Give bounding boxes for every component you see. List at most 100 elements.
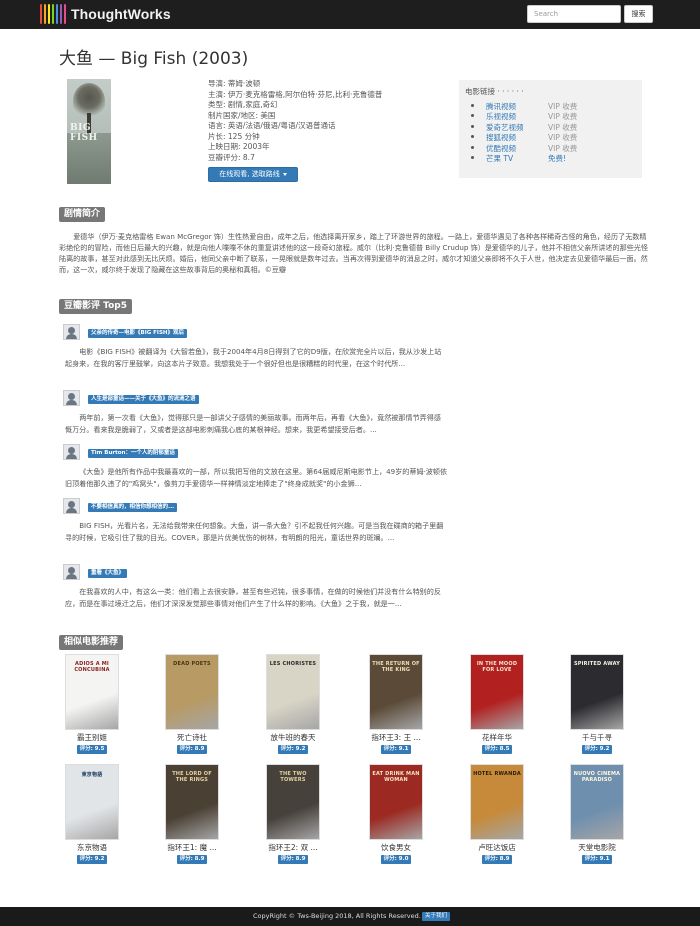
movie-cover[interactable]: EAT DRINK MAN WOMAN — [369, 764, 423, 840]
link-price: VIP 收费 — [548, 122, 578, 132]
movie-score-badge: 评分: 9.2 — [277, 745, 309, 754]
movie-score-badge: 评分: 9.2 — [581, 745, 613, 754]
link-price: VIP 收费 — [548, 143, 578, 153]
about-us-link[interactable]: 关于我们 — [422, 912, 451, 921]
logo-stripe — [40, 4, 42, 24]
similar-movie-card[interactable]: THE LORD OF THE RINGS 指环王1: 魔 ... 评分: 8.9 — [152, 764, 232, 864]
movie-score-badge: 评分: 9.1 — [581, 855, 613, 864]
movie-cover[interactable]: SPIRITED AWAY — [570, 654, 624, 730]
logo-stripe — [60, 4, 62, 24]
movie-score-badge: 评分: 8.9 — [176, 745, 208, 754]
similar-movie-card[interactable]: SPIRITED AWAY 千与千寻评分: 9.2 — [557, 654, 637, 754]
logo-stripe — [44, 4, 46, 24]
info-language: 语言: 英语/法语/俄语/粤语/汉语普通话 — [208, 121, 336, 130]
similar-movie-card[interactable]: IN THE MOOD FOR LOVE 花样年华评分: 8.5 — [457, 654, 537, 754]
page-title: 大鱼 — Big Fish (2003) — [59, 49, 249, 69]
cover-text: THE RETURN OF THE KING — [372, 661, 420, 673]
info-cast: 主演: 伊万·麦克格雷格,阿尔伯特·芬尼,比利·克鲁德普 — [208, 89, 383, 99]
link-price[interactable]: 免费! — [548, 153, 566, 164]
review-title[interactable]: 人生是部童话——关于《大鱼》的流淌之语 — [88, 395, 199, 404]
link-price: VIP 收费 — [548, 102, 578, 111]
movie-score-badge: 评分: 9.0 — [380, 855, 412, 864]
brand-logo-icon — [40, 4, 66, 24]
synopsis-text: 爱德华（伊万·麦克格雷格 Ewan McGregor 饰）生性热爱自由，成年之后… — [59, 232, 648, 274]
search-input[interactable]: Search — [527, 5, 621, 23]
similar-movie-card[interactable]: THE TWO TOWERS 指环王2: 双 ... 评分: 8.9 — [253, 764, 333, 864]
movie-name[interactable]: 死亡诗社 — [152, 732, 232, 743]
similar-movie-card[interactable]: NUOVO CINEMA PARADISO 天堂电影院评分: 9.1 — [557, 764, 637, 864]
similar-movie-card[interactable]: HOTEL RWANDA 卢旺达饭店评分: 8.9 — [457, 764, 537, 864]
movie-name[interactable]: 花样年华 — [457, 732, 537, 743]
link-item: 乐视视频 VIP 收费 — [471, 111, 630, 122]
movie-name[interactable]: 指环王3: 王 ... — [356, 732, 436, 743]
cover-text: NUOVO CINEMA PARADISO — [573, 771, 621, 783]
link-name[interactable]: 优酷视频 — [486, 143, 516, 154]
movie-cover[interactable]: 東京物語 — [65, 764, 119, 840]
movie-score-badge: 评分: 9.5 — [76, 745, 108, 754]
movie-name[interactable]: 千与千寻 — [557, 732, 637, 743]
movie-poster: BIG FISH — [67, 79, 111, 184]
movie-cover[interactable]: THE RETURN OF THE KING — [369, 654, 423, 730]
movie-name[interactable]: 霸王别姬 — [52, 732, 132, 743]
link-name[interactable]: 乐视视频 — [486, 111, 516, 122]
reviews-heading: 豆瓣影评 Top5 — [59, 299, 132, 314]
copyright-text: CopyRight © Tws-Beijing 2018, All Rights… — [253, 912, 421, 920]
movie-name[interactable]: 饮食男女 — [356, 842, 436, 853]
cover-text: THE TWO TOWERS — [279, 771, 307, 783]
avatar[interactable] — [63, 564, 80, 580]
link-name[interactable]: 腾讯视频 — [486, 101, 516, 112]
movie-cover[interactable]: NUOVO CINEMA PARADISO — [570, 764, 624, 840]
brand-logo[interactable]: ThoughtWorks — [40, 4, 171, 24]
cover-text: IN THE MOOD FOR LOVE — [476, 661, 518, 673]
footer: CopyRight © Tws-Beijing 2018, All Rights… — [0, 907, 700, 926]
review-title[interactable]: Tim Burton：一个人的阴郁童话 — [88, 449, 178, 458]
movie-score-badge: 评分: 8.5 — [481, 745, 513, 754]
movie-name[interactable]: 卢旺达饭店 — [457, 842, 537, 853]
movie-score-badge: 评分: 8.9 — [176, 855, 208, 864]
review-title[interactable]: 父亲的传奇—电影《BIG FISH》观后 — [88, 329, 188, 338]
movie-name[interactable]: 东京物语 — [52, 842, 132, 853]
movie-cover[interactable]: IN THE MOOD FOR LOVE — [470, 654, 524, 730]
movie-links-list: 腾讯视频 VIP 收费 乐视视频 VIP 收费 爱奇艺视频 VIP 收费 搜狐视频 VI… — [471, 101, 630, 164]
similar-movie-card[interactable]: THE RETURN OF THE KING 指环王3: 王 ... 评分: 9.1 — [356, 654, 436, 754]
info-rating: 豆瓣评分: 8.7 — [208, 152, 255, 162]
avatar[interactable] — [63, 444, 80, 460]
movie-cover[interactable]: THE TWO TOWERS — [266, 764, 320, 840]
cover-text: EAT DRINK MAN WOMAN — [372, 771, 420, 783]
similar-movie-card[interactable]: EAT DRINK MAN WOMAN 饮食男女评分: 9.0 — [356, 764, 436, 864]
search-button[interactable]: 搜索 — [624, 5, 653, 23]
similar-movie-card[interactable]: LES CHORISTES 放牛班的春天 评分: 9.2 — [253, 654, 333, 754]
movie-name[interactable]: 放牛班的春天 — [253, 732, 333, 743]
similar-movie-card[interactable]: ADIOS A MI CONCUBINA 霸王别姬评分: 9.5 — [52, 654, 132, 754]
similar-movie-card[interactable]: DEAD POETS 死亡诗社评分: 8.9 — [152, 654, 232, 754]
movie-cover[interactable]: THE LORD OF THE RINGS — [165, 764, 219, 840]
bullet-icon — [471, 145, 474, 149]
logo-stripe — [64, 4, 66, 24]
movie-cover[interactable]: DEAD POETS — [165, 654, 219, 730]
review-title[interactable]: 重看《大鱼》 — [88, 569, 128, 578]
link-name[interactable]: 搜狐视频 — [486, 132, 516, 143]
movie-cover[interactable]: LES CHORISTES — [266, 654, 320, 730]
movie-name[interactable]: 指环王1: 魔 ... — [152, 842, 232, 853]
link-name[interactable]: 芒果 TV — [486, 153, 513, 164]
movie-score-badge: 评分: 9.1 — [380, 745, 412, 754]
logo-stripe — [56, 4, 58, 24]
link-item: 芒果 TV 免费! — [471, 153, 630, 164]
movie-name[interactable]: 指环王2: 双 ... — [253, 842, 333, 853]
movie-name[interactable]: 天堂电影院 — [557, 842, 637, 853]
movie-links-panel: 电影链接 · · · · · · 腾讯视频 VIP 收费 乐视视频 VIP 收费 爱… — [459, 80, 642, 178]
avatar[interactable] — [63, 324, 80, 340]
avatar[interactable] — [63, 498, 80, 514]
review-title[interactable]: 不要相信真的，相信你想相信的... — [88, 503, 178, 512]
similar-heading: 相似电影推荐 — [59, 635, 124, 650]
similar-movie-card[interactable]: 東京物語 东京物语 评分: 9.2 — [52, 764, 132, 864]
link-name[interactable]: 爱奇艺视频 — [486, 122, 524, 133]
link-item: 爱奇艺视频 VIP 收费 — [471, 122, 630, 133]
cover-text: DEAD POETS — [173, 661, 211, 667]
avatar[interactable] — [63, 390, 80, 406]
movie-cover[interactable]: HOTEL RWANDA — [470, 764, 524, 840]
review-excerpt: 电影《BIG FISH》被翻译为《大智若鱼》，我于2004年4月8日得到了它的D… — [65, 347, 442, 368]
movie-cover[interactable]: ADIOS A MI CONCUBINA — [65, 654, 119, 730]
watch-online-dropdown[interactable]: 在线观看, 选取路线 — [208, 167, 298, 182]
movie-score-badge: 评分: 8.9 — [481, 855, 513, 864]
